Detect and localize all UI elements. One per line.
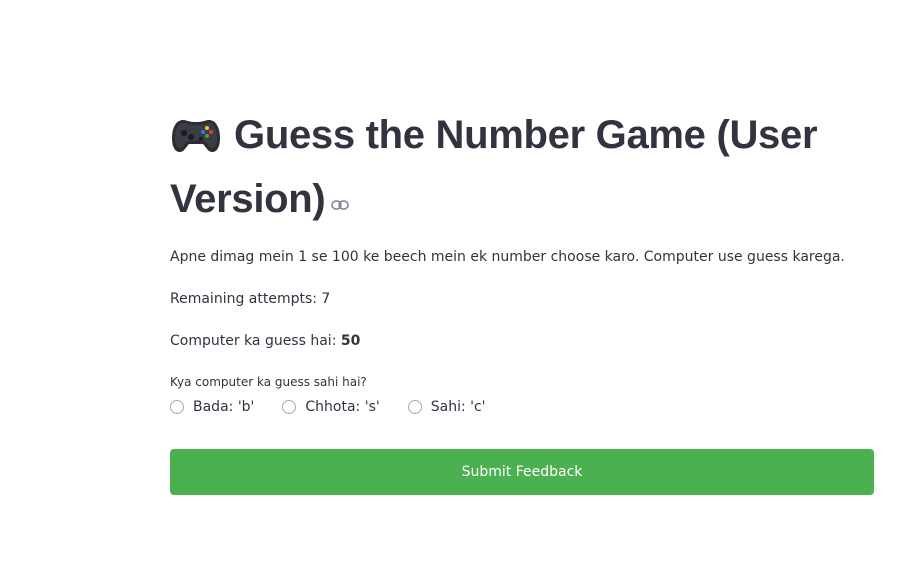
radio-button-sahi[interactable] — [407, 400, 422, 414]
instructions-text: Apne dimag mein 1 se 100 ke beech mein e… — [170, 249, 845, 265]
radio-option-bada[interactable]: Bada: 'b' — [170, 397, 254, 417]
page-title-text: Guess the Number Game (User Version) — [170, 113, 818, 221]
radio-option-chhota[interactable]: Chhota: 's' — [282, 397, 380, 417]
remaining-attempts-text: Remaining attempts: 7 — [170, 291, 331, 307]
feedback-radio-group: Bada: 'b' Chhota: 's' Sahi: 'c' — [170, 396, 874, 418]
page-title: Guess the Number Game (User Version) — [170, 108, 874, 226]
game-controller-icon — [170, 114, 222, 170]
radio-label-chhota: Chhota: 's' — [305, 399, 380, 415]
radio-label-sahi: Sahi: 'c' — [430, 399, 486, 415]
submit-feedback-button[interactable]: Submit Feedback — [170, 449, 874, 495]
radio-button-bada[interactable] — [170, 400, 184, 414]
radio-button-chhota[interactable] — [282, 400, 297, 414]
computer-guess-value: 50 — [340, 333, 361, 349]
main-content: Guess the Number Game (User Version) Apn… — [170, 108, 874, 495]
feedback-question-label: Kya computer ka guess sahi hai? — [170, 375, 367, 389]
link-icon[interactable] — [331, 170, 350, 224]
radio-option-sahi[interactable]: Sahi: 'c' — [407, 397, 486, 417]
radio-label-bada: Bada: 'b' — [193, 399, 255, 415]
computer-guess-text: Computer ka guess hai: 50 — [170, 331, 874, 351]
computer-guess-prefix: Computer ka guess hai: — [170, 333, 341, 349]
